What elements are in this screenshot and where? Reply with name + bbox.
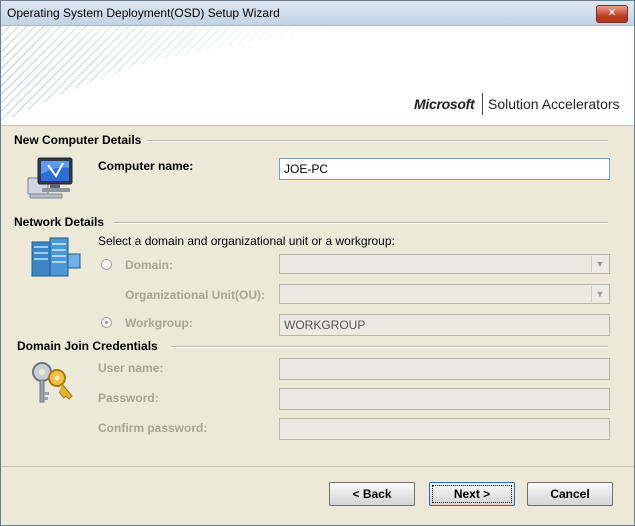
network-instruction: Select a domain and organizational unit … [98, 234, 395, 248]
microsoft-logo: Microsoft [414, 96, 475, 112]
keys-icon [32, 362, 73, 403]
logo-separator [482, 93, 483, 115]
workgroup-label: Workgroup: [125, 316, 193, 330]
radio-selected-dot [105, 321, 108, 324]
username-label: User name: [98, 361, 164, 375]
footer-divider [1, 466, 634, 467]
cancel-button[interactable]: Cancel [527, 482, 613, 506]
ou-label: Organizational Unit(OU): [125, 288, 265, 302]
product-name: Solution Accelerators [488, 96, 620, 112]
domain-combobox[interactable]: ▼ [279, 254, 610, 274]
password-input[interactable] [279, 388, 610, 410]
server-network-icon [31, 237, 81, 277]
back-button[interactable]: < Back [329, 482, 415, 506]
section-heading-credentials: Domain Join Credentials [17, 339, 158, 353]
chevron-down-icon[interactable]: ▼ [591, 286, 608, 302]
chevron-down-icon[interactable]: ▼ [591, 256, 608, 272]
wizard-window: Operating System Deployment(OSD) Setup W… [0, 0, 635, 526]
section-heading-network: Network Details [14, 215, 105, 229]
confirm-password-label: Confirm password: [98, 421, 208, 435]
next-button[interactable]: Next > [429, 482, 515, 506]
password-label: Password: [98, 391, 159, 405]
domain-label: Domain: [125, 258, 173, 272]
computer-monitor-icon [27, 157, 73, 199]
close-button[interactable]: ✕ [596, 5, 628, 23]
workgroup-input[interactable]: WORKGROUP [279, 314, 610, 336]
workgroup-radio[interactable] [101, 317, 112, 328]
header-banner: Microsoft Solution Accelerators [1, 26, 634, 126]
ou-combobox[interactable]: ▼ [279, 284, 610, 304]
confirm-password-input[interactable] [279, 418, 610, 440]
wizard-content: New Computer Details Computer name: JOE-… [1, 126, 634, 456]
computer-name-label: Computer name: [98, 159, 194, 173]
domain-radio[interactable] [101, 259, 112, 270]
title-bar[interactable]: Operating System Deployment(OSD) Setup W… [1, 1, 634, 26]
section-divider [171, 346, 608, 348]
section-divider [147, 140, 608, 142]
section-heading-computer: New Computer Details [14, 133, 142, 147]
computer-name-input[interactable]: JOE-PC [279, 158, 610, 180]
username-input[interactable] [279, 358, 610, 380]
window-title: Operating System Deployment(OSD) Setup W… [7, 6, 280, 20]
section-divider [113, 222, 608, 224]
